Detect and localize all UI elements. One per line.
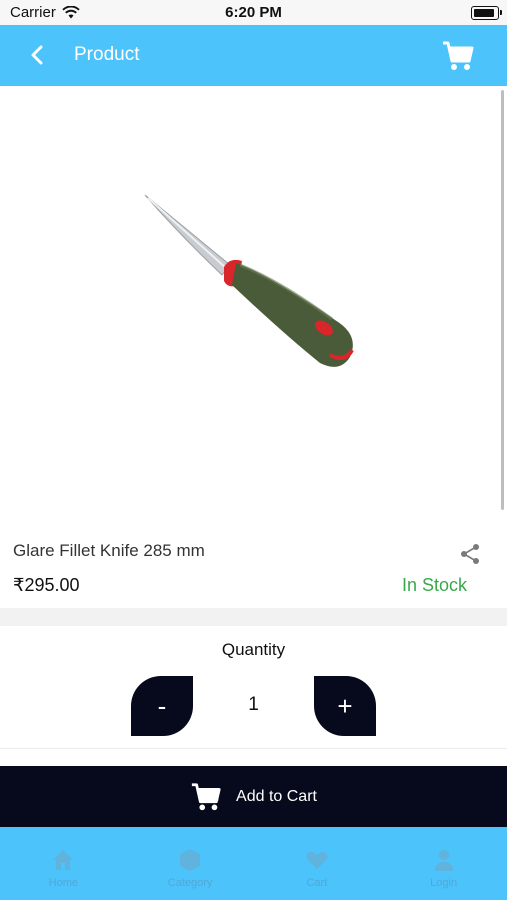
nav-label-category: Category (167, 877, 213, 889)
category-icon (180, 849, 201, 871)
share-button[interactable] (459, 543, 481, 565)
quantity-decrement-button[interactable]: - (131, 676, 193, 736)
nav-item-login[interactable]: Login (380, 827, 507, 900)
minus-label: - (157, 690, 167, 721)
nav-item-category[interactable]: Category (127, 827, 254, 900)
plus-label: + (337, 690, 353, 721)
bottom-navigation: Home Category Cart Login (0, 827, 507, 900)
nav-label-home: Home (48, 877, 79, 889)
nav-item-cart[interactable]: Cart (254, 827, 381, 900)
shopping-cart-icon (443, 41, 474, 70)
status-time: 6:20 PM (225, 4, 282, 21)
back-button[interactable] (26, 43, 50, 67)
cart-button[interactable] (441, 39, 475, 73)
scroll-indicator (501, 90, 504, 510)
nav-label-cart: Cart (306, 877, 328, 889)
status-bar: Carrier 6:20 PM (0, 0, 507, 25)
add-to-cart-label: Add to Cart (236, 787, 317, 805)
shopping-cart-icon (191, 782, 221, 810)
heart-icon (306, 851, 328, 869)
user-icon (434, 850, 453, 871)
chevron-left-icon (31, 45, 43, 65)
product-image (120, 185, 380, 385)
section-divider (0, 608, 507, 626)
nav-item-home[interactable]: Home (0, 827, 127, 900)
add-to-cart-button[interactable]: Add to Cart (0, 766, 507, 827)
battery-icon (471, 6, 502, 20)
quantity-value: 1 (248, 694, 259, 715)
stock-status: In Stock (401, 575, 467, 595)
page-title: Product (74, 44, 140, 65)
divider-line (0, 748, 507, 749)
quantity-increment-button[interactable]: + (314, 676, 376, 736)
app-header: Product (0, 25, 507, 86)
nav-label-login: Login (430, 877, 458, 889)
product-price: ₹295.00 (13, 575, 80, 595)
product-name: Glare Fillet Knife 285 mm (13, 541, 205, 560)
share-icon (461, 544, 479, 564)
quantity-label: Quantity (221, 640, 286, 659)
home-icon (53, 850, 74, 870)
